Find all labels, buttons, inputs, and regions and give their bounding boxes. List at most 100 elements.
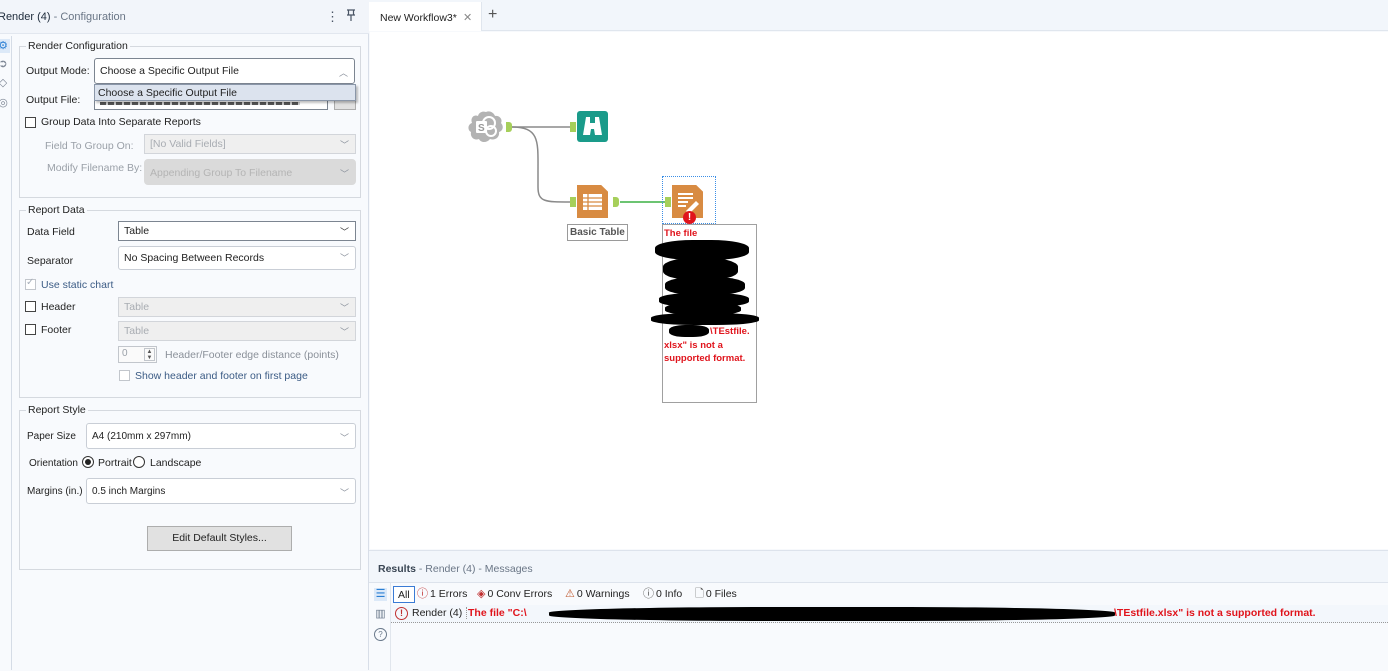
footer-select[interactable]: Table ﹀ [118, 321, 356, 341]
separator-select[interactable]: No Spacing Between Records ﹀ [118, 246, 356, 270]
results-subtitle: - Render (4) - Messages [418, 563, 533, 575]
use-static-chart-checkbox[interactable] [25, 277, 36, 290]
filter-warnings[interactable]: ⚠ 0 Warnings [565, 586, 630, 603]
header-select[interactable]: Table ﹀ [118, 297, 356, 317]
gear-icon[interactable]: ⚙ [0, 39, 10, 53]
chevron-down-icon: ﹀ [339, 169, 349, 179]
output-anchor[interactable] [613, 197, 619, 207]
select-value: Table [124, 301, 150, 313]
option-label: Choose a Specific Output File [98, 87, 237, 99]
tag-icon[interactable]: ◇ [0, 76, 10, 90]
error-icon: ! [395, 607, 408, 620]
show-first-page-checkbox[interactable] [119, 370, 130, 381]
group-legend: Report Style [26, 404, 88, 416]
message-text: \TEstfile.xlsx" is not a supported forma… [1114, 607, 1316, 619]
field-to-group-select[interactable]: [No Valid Fields] ﹀ [144, 134, 356, 154]
filter-conv-errors[interactable]: ◈ 0 Conv Errors [477, 586, 552, 603]
filter-files[interactable]: 🗋 0 Files [695, 586, 737, 603]
results-side-tabs: ☰ ▥ ? [369, 583, 391, 671]
message-tool[interactable]: Render (4) [412, 607, 468, 619]
header-checkbox[interactable] [25, 301, 36, 312]
data-field-select[interactable]: Table ﹀ [118, 221, 356, 241]
edge-distance-stepper[interactable]: 0 ▲ ▼ [118, 346, 157, 363]
select-value: A4 (210mm x 297mm) [92, 431, 191, 442]
stepper-arrows-icon[interactable]: ▲ ▼ [144, 348, 155, 361]
results-title-label: Results [378, 563, 416, 575]
input-anchor[interactable] [570, 122, 576, 132]
browse-tool[interactable] [577, 111, 608, 142]
tool-name: Render (4) [0, 11, 51, 23]
config-title: Render (4) - Configuration [0, 11, 126, 23]
output-anchor[interactable] [506, 122, 512, 132]
redacted-path [100, 102, 300, 105]
portrait-radio[interactable] [82, 456, 94, 468]
select-value: No Spacing Between Records [124, 252, 265, 264]
modify-filename-select[interactable]: Appending Group To Filename ﹀ [144, 159, 356, 185]
group-legend: Render Configuration [26, 40, 130, 52]
portrait-label: Portrait [98, 457, 132, 469]
arrow-in-icon[interactable]: ➲ [0, 57, 10, 71]
select-value: Table [124, 325, 150, 337]
footer-checkbox[interactable] [25, 324, 36, 335]
message-row[interactable]: ! Render (4) The file "C:\ \TEstfile.xls… [391, 605, 1388, 623]
filter-label: 0 Conv Errors [487, 588, 553, 600]
svg-text:S: S [478, 123, 485, 134]
paper-size-select[interactable]: A4 (210mm x 297mm) ﹀ [86, 423, 356, 449]
redaction [655, 240, 749, 260]
workflow-canvas[interactable]: S Basic Table ! The file \TEstfile. xlsx… [370, 32, 1388, 549]
edit-default-styles-button[interactable]: Edit Default Styles... [147, 526, 292, 551]
configuration-panel: Render (4) - Configuration ⋮ ⚙ ➲ ◇ ◎ Ren… [0, 0, 369, 670]
chevron-up-icon: ︿ [338, 68, 348, 78]
basic-table-tool[interactable] [577, 185, 608, 218]
binoculars-icon [583, 117, 602, 135]
tab-new-workflow3[interactable]: New Workflow3* ✕ [369, 2, 482, 31]
filter-errors[interactable]: ⓘ 1 Errors [417, 586, 467, 603]
input-anchor[interactable] [665, 197, 671, 207]
landscape-radio[interactable] [133, 456, 145, 468]
paper-size-label: Paper Size [27, 431, 76, 442]
select-value: Table [124, 225, 150, 237]
chevron-down-icon: ﹀ [339, 227, 349, 237]
group-data-checkbox[interactable] [25, 117, 36, 128]
basic-table-label: Basic Table [567, 224, 628, 241]
error-annotation: The file \TEstfile. xlsx" is not a suppo… [651, 224, 759, 403]
sharepoint-icon: S [468, 111, 503, 142]
filter-info[interactable]: ⓘ 0 Info [643, 586, 682, 603]
footer-label: Footer [41, 324, 72, 336]
output-mode-label: Output Mode: [26, 65, 90, 77]
chevron-down-icon: ﹀ [339, 140, 349, 150]
group-legend: Report Data [26, 204, 87, 216]
error-badge-icon[interactable]: ! [683, 211, 696, 224]
chevron-down-icon: ﹀ [339, 253, 349, 263]
filter-all[interactable]: All [393, 586, 415, 603]
file-icon: 🗋 [695, 588, 704, 600]
output-file-label: Output File: [26, 94, 81, 106]
margins-label: Margins (in.) [27, 486, 83, 497]
results-header: Results - Render (4) - Messages [369, 551, 1388, 583]
error-icon: ⓘ [417, 588, 428, 600]
table-icon [583, 194, 602, 210]
edge-distance-label: Header/Footer edge distance (points) [165, 349, 339, 361]
output-mode-option[interactable]: Choose a Specific Output File [94, 84, 356, 101]
output-mode-select[interactable]: Choose a Specific Output File ︿ [94, 58, 355, 84]
table-view-icon[interactable]: ▥ [374, 608, 387, 621]
field-to-group-label: Field To Group On: [45, 140, 134, 152]
plus-icon[interactable]: + [488, 6, 497, 24]
redaction [549, 607, 1115, 621]
redaction [669, 325, 709, 337]
message-text: The file "C:\ [468, 607, 527, 619]
annotation-icon[interactable]: ◎ [0, 96, 10, 110]
help-icon[interactable]: ? [374, 628, 387, 641]
close-icon[interactable]: ✕ [463, 11, 472, 24]
warning-icon: ⚠ [565, 588, 575, 600]
select-value: [No Valid Fields] [150, 138, 226, 150]
workflow-tabs: New Workflow3* ✕ + [369, 0, 1388, 31]
pin-icon[interactable] [346, 9, 356, 24]
list-icon[interactable]: ☰ [374, 588, 387, 601]
chevron-down-icon: ﹀ [339, 303, 349, 313]
margins-select[interactable]: 0.5 inch Margins ﹀ [86, 478, 356, 504]
more-vertical-icon[interactable]: ⋮ [326, 9, 339, 25]
info-icon: ⓘ [643, 588, 654, 600]
input-anchor[interactable] [570, 197, 576, 207]
sharepoint-input-tool[interactable]: S [468, 110, 504, 144]
